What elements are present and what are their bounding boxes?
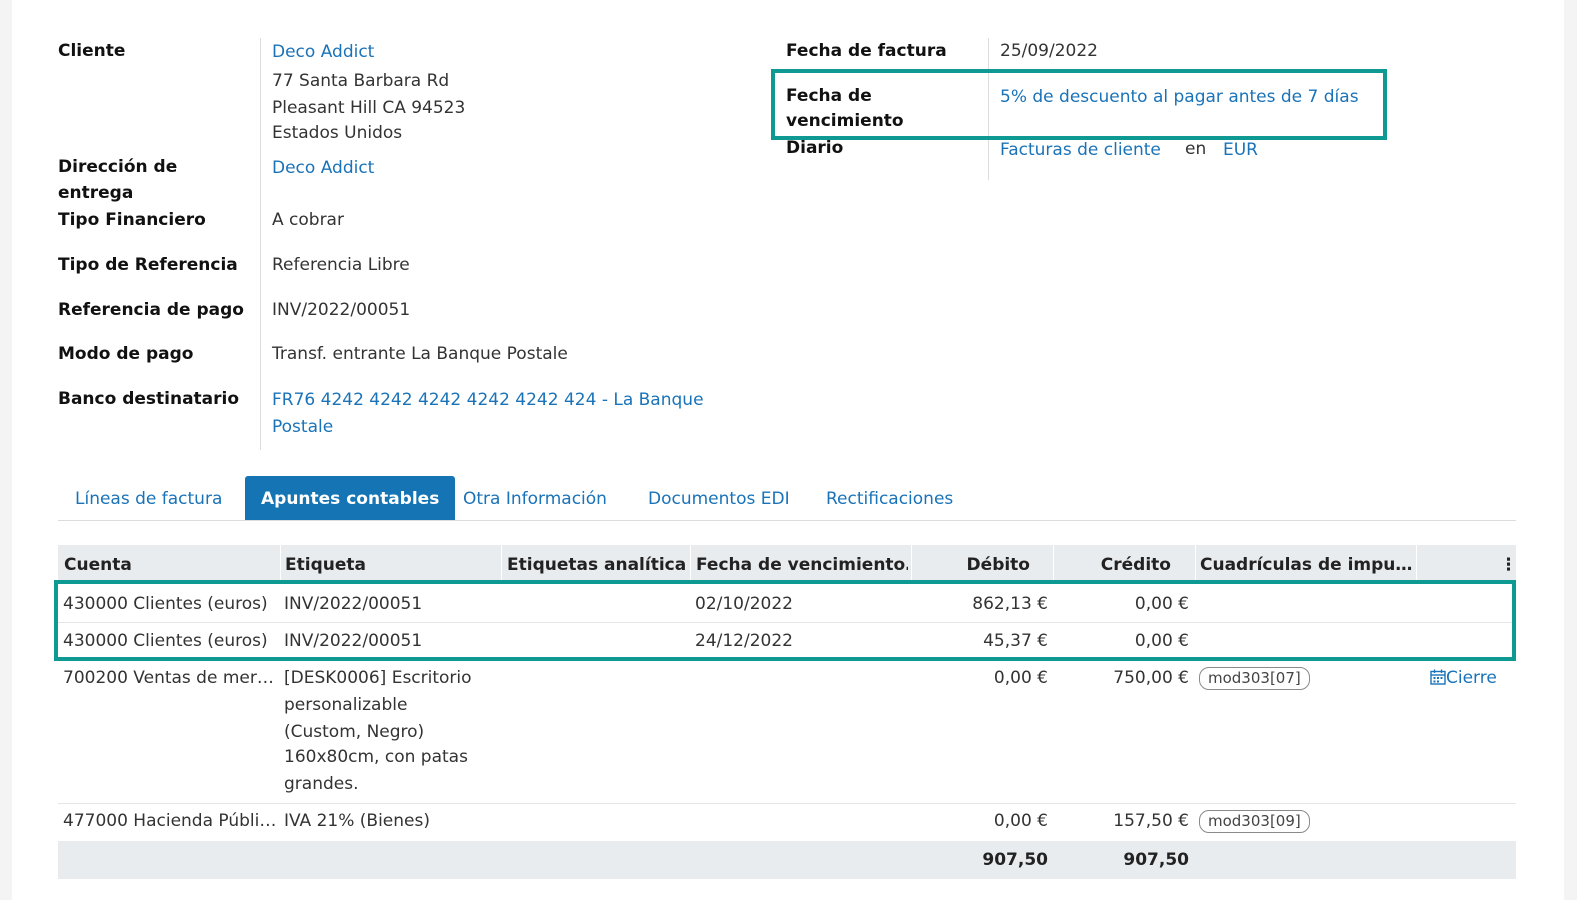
tab-apuntes-contables[interactable]: Apuntes contables bbox=[245, 476, 456, 520]
banco-link-line2[interactable]: Postale bbox=[272, 414, 333, 440]
col-etiquetas-analiticas[interactable]: Etiquetas analíticas bbox=[507, 545, 687, 581]
tab-lineas-factura[interactable]: Líneas de factura bbox=[59, 476, 238, 520]
vencimiento-terms-link[interactable]: 5% de descuento al pagar antes de 7 días bbox=[1000, 84, 1359, 110]
currency-link[interactable]: EUR bbox=[1223, 137, 1258, 163]
total-debito: 907,50 bbox=[982, 850, 1048, 870]
row1-cuenta[interactable]: 430000 Clientes (euros) bbox=[63, 591, 268, 617]
right-field-divider bbox=[988, 38, 989, 180]
tipo-referencia-label: Tipo de Referencia bbox=[58, 255, 238, 275]
row1-fecha[interactable]: 02/10/2022 bbox=[695, 591, 793, 617]
fecha-factura-value[interactable]: 25/09/2022 bbox=[1000, 38, 1098, 64]
row3-etiqueta-line5[interactable]: grandes. bbox=[284, 771, 358, 797]
tax-grid-tag[interactable]: mod303[09] bbox=[1199, 810, 1310, 833]
row3-cuenta[interactable]: 700200 Ventas de mer… bbox=[63, 665, 274, 691]
vencimiento-label-line1: Fecha de bbox=[786, 86, 872, 106]
tipo-referencia-value: Referencia Libre bbox=[272, 255, 410, 275]
cliente-label: Cliente bbox=[58, 41, 126, 61]
address-line3: Estados Unidos bbox=[272, 123, 403, 143]
modo-pago-value: Transf. entrante La Banque Postale bbox=[272, 344, 568, 364]
row4-cuenta[interactable]: 477000 Hacienda Públi… bbox=[63, 808, 276, 834]
tab-otra-informacion[interactable]: Otra Información bbox=[447, 476, 623, 520]
row4-debito[interactable]: 0,00 € bbox=[916, 808, 1048, 834]
row2-debito[interactable]: 45,37 € bbox=[916, 628, 1048, 654]
col-cuenta[interactable]: Cuenta bbox=[64, 545, 274, 581]
calendar-icon bbox=[1430, 669, 1446, 685]
col-separator bbox=[690, 545, 691, 581]
row3-etiqueta-line4[interactable]: 160x80cm, con patas bbox=[284, 744, 468, 770]
cierre-action[interactable]: Cierre bbox=[1430, 665, 1497, 691]
totals-row: 907,50 907,50 bbox=[58, 841, 1516, 879]
row1-credito[interactable]: 0,00 € bbox=[1058, 591, 1189, 617]
entrega-label-line2: entrega bbox=[58, 183, 134, 203]
entrega-link[interactable]: Deco Addict bbox=[272, 155, 374, 181]
row2-etiqueta[interactable]: INV/2022/00051 bbox=[284, 628, 422, 654]
tab-rectificaciones[interactable]: Rectificaciones bbox=[810, 476, 969, 520]
col-cuadriculas[interactable]: Cuadrículas de impu… bbox=[1200, 545, 1412, 581]
col-separator bbox=[1053, 545, 1054, 581]
row2-credito[interactable]: 0,00 € bbox=[1058, 628, 1189, 654]
row-separator bbox=[58, 622, 1516, 623]
banco-destinatario-label: Banco destinatario bbox=[58, 389, 240, 409]
col-etiqueta[interactable]: Etiqueta bbox=[285, 545, 495, 581]
left-field-divider bbox=[260, 38, 261, 450]
row2-cuenta[interactable]: 430000 Clientes (euros) bbox=[63, 628, 268, 654]
row3-credito[interactable]: 750,00 € bbox=[1058, 665, 1189, 691]
row3-etiqueta-line3[interactable]: (Custom, Negro) bbox=[284, 719, 424, 745]
col-separator bbox=[911, 545, 912, 581]
col-separator bbox=[1416, 545, 1417, 581]
col-credito[interactable]: Crédito bbox=[1058, 545, 1171, 581]
tipo-financiero-value: A cobrar bbox=[272, 210, 344, 230]
address-line1: 77 Santa Barbara Rd bbox=[272, 71, 450, 91]
tab-underline bbox=[58, 520, 1516, 521]
vencimiento-label-line2: vencimiento bbox=[786, 111, 904, 131]
col-separator bbox=[280, 545, 281, 581]
cierre-label: Cierre bbox=[1446, 668, 1497, 688]
diario-label: Diario bbox=[786, 138, 844, 158]
invoice-form-sheet: Cliente Dirección de entrega Tipo Financ… bbox=[12, 0, 1564, 900]
column-options-icon[interactable]: ⋮ bbox=[1500, 545, 1510, 581]
row1-debito[interactable]: 862,13 € bbox=[916, 591, 1048, 617]
table-header: Cuenta Etiqueta Etiquetas analíticas Fec… bbox=[58, 545, 1516, 581]
diario-link[interactable]: Facturas de cliente bbox=[1000, 137, 1161, 163]
row3-etiqueta-line1[interactable]: [DESK0006] Escritorio bbox=[284, 665, 472, 691]
entrega-label-line1: Dirección de bbox=[58, 157, 178, 177]
total-credito: 907,50 bbox=[1123, 850, 1189, 870]
tipo-financiero-label: Tipo Financiero bbox=[58, 210, 206, 230]
row1-etiqueta[interactable]: INV/2022/00051 bbox=[284, 591, 422, 617]
row3-etiqueta-line2[interactable]: personalizable bbox=[284, 692, 407, 718]
row2-fecha[interactable]: 24/12/2022 bbox=[695, 628, 793, 654]
col-separator bbox=[1195, 545, 1196, 581]
cliente-link[interactable]: Deco Addict bbox=[272, 39, 374, 65]
col-debito[interactable]: Débito bbox=[916, 545, 1030, 581]
modo-pago-label: Modo de pago bbox=[58, 344, 194, 364]
tax-grid-tag[interactable]: mod303[07] bbox=[1199, 667, 1310, 690]
referencia-pago-value: INV/2022/00051 bbox=[272, 300, 411, 320]
row-separator bbox=[58, 803, 1516, 804]
col-separator bbox=[501, 545, 502, 581]
fecha-factura-label: Fecha de factura bbox=[786, 41, 947, 61]
col-fecha-vencimiento[interactable]: Fecha de vencimiento… bbox=[696, 545, 908, 581]
referencia-pago-label: Referencia de pago bbox=[58, 300, 244, 320]
row3-debito[interactable]: 0,00 € bbox=[916, 665, 1048, 691]
tab-documentos-edi[interactable]: Documentos EDI bbox=[632, 476, 806, 520]
row4-etiqueta[interactable]: IVA 21% (Bienes) bbox=[284, 808, 430, 834]
diario-en-text: en bbox=[1185, 139, 1207, 159]
banco-link-line1[interactable]: FR76 4242 4242 4242 4242 4242 424 - La B… bbox=[272, 387, 704, 413]
address-line2: Pleasant Hill CA 94523 bbox=[272, 98, 466, 118]
row4-credito[interactable]: 157,50 € bbox=[1058, 808, 1189, 834]
